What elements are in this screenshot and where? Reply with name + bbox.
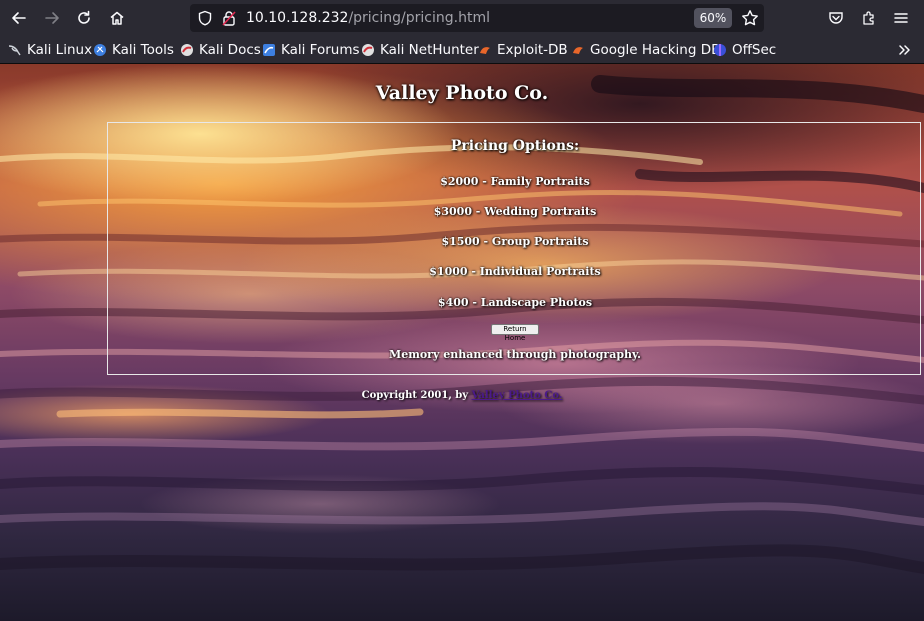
bookmark-label: Kali NetHunter <box>380 42 479 58</box>
shield-icon[interactable] <box>197 10 213 26</box>
home-button[interactable] <box>105 6 129 30</box>
kali-dragon-icon <box>8 45 21 56</box>
price-item: $1000 - Individual Portraits <box>429 265 601 278</box>
kali-nethunter-icon <box>362 44 374 56</box>
bookmark-label: Kali Tools <box>112 42 174 58</box>
bookmark-label: Kali Forums <box>281 42 360 58</box>
bookmark-label: Exploit-DB <box>497 42 568 58</box>
back-button[interactable] <box>7 6 31 30</box>
forward-button[interactable] <box>40 6 64 30</box>
bookmark-star-icon[interactable] <box>741 9 759 27</box>
bookmark-label: OffSec <box>732 42 777 58</box>
ghdb-icon <box>573 47 583 54</box>
bookmarks-toolbar: Kali Linux Kali Tools Kali Docs Kali For… <box>0 36 924 64</box>
bookmarks-overflow-button[interactable] <box>898 40 912 60</box>
kali-tools-icon <box>94 44 106 56</box>
price-item: $3000 - Wedding Portraits <box>433 205 597 218</box>
double-chevron-right-icon <box>899 45 910 55</box>
insecure-lock-icon[interactable] <box>221 10 237 26</box>
valley-photo-link[interactable]: Valley Photo Co. <box>472 390 563 401</box>
exploit-db-icon <box>480 47 490 54</box>
back-arrow-icon <box>12 12 26 24</box>
bookmark-label: Kali Docs <box>199 42 261 58</box>
url-host: 10.10.128.232 <box>246 10 349 26</box>
bookmark-kali-linux[interactable]: Kali Linux <box>8 40 92 60</box>
site-title: Valley Photo Co. <box>375 82 549 104</box>
copyright-text: Copyright 2001, by <box>361 390 469 401</box>
bookmark-kali-nethunter[interactable]: Kali NetHunter <box>361 40 479 60</box>
bookmark-kali-tools[interactable]: Kali Tools <box>93 40 174 60</box>
tagline: Memory enhanced through photography. <box>389 348 641 361</box>
pocket-button[interactable] <box>824 6 848 30</box>
reload-icon <box>78 10 90 24</box>
url-path: /pricing/pricing.html <box>348 10 490 26</box>
bookmark-kali-forums[interactable]: Kali Forums <box>262 40 360 60</box>
price-item: $1500 - Group Portraits <box>441 235 589 248</box>
bookmark-label: Kali Linux <box>27 42 93 58</box>
pocket-icon <box>829 12 843 24</box>
home-icon <box>110 11 124 25</box>
puzzle-icon <box>863 11 874 25</box>
pricing-heading: Pricing Options: <box>450 138 580 154</box>
pricing-panel: Pricing Options: $2000 - Family Portrait… <box>107 122 921 375</box>
price-item: $2000 - Family Portraits <box>440 175 590 188</box>
reload-button[interactable] <box>72 6 96 30</box>
price-item: $400 - Landscape Photos <box>437 296 593 309</box>
forward-arrow-icon <box>45 12 59 24</box>
bookmark-exploit-db[interactable]: Exploit-DB <box>478 40 568 60</box>
offsec-icon <box>714 44 726 56</box>
copyright-footer: Copyright 2001, by Valley Photo Co. <box>0 390 924 401</box>
browser-toolbar: 10.10.128.232/pricing/pricing.html 60% <box>0 0 924 36</box>
return-home-button[interactable]: Return Home <box>491 324 539 342</box>
bookmark-offsec[interactable]: OffSec <box>713 40 776 60</box>
app-menu-button[interactable] <box>889 6 913 30</box>
kali-forums-icon <box>263 44 275 56</box>
kali-docs-icon <box>181 44 193 56</box>
url-text[interactable]: 10.10.128.232/pricing/pricing.html <box>246 10 490 26</box>
bookmark-label: Google Hacking DB <box>590 42 721 58</box>
url-bar[interactable]: 10.10.128.232/pricing/pricing.html 60% <box>190 4 764 32</box>
page-viewport: Valley Photo Co. Pricing Options: $2000 … <box>0 64 924 621</box>
hamburger-menu-icon <box>894 13 908 23</box>
bookmark-google-hacking-db[interactable]: Google Hacking DB <box>571 40 720 60</box>
zoom-level-badge[interactable]: 60% <box>694 8 732 28</box>
bookmark-kali-docs[interactable]: Kali Docs <box>180 40 261 60</box>
extensions-button[interactable] <box>857 6 881 30</box>
